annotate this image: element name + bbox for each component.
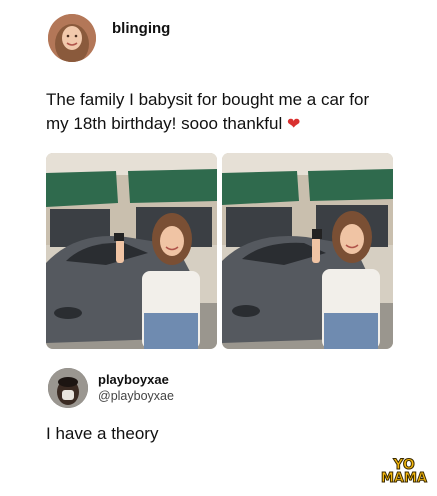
photo-right[interactable] [222, 153, 393, 349]
heart-icon: ❤ [286, 116, 301, 133]
reply-user-info: playboyxae @playboyxae [98, 372, 174, 404]
yo-mama-logo: YO MAMA [380, 456, 428, 488]
photo-left[interactable] [46, 153, 217, 349]
reply-text: I have a theory [46, 424, 159, 443]
avatar[interactable] [48, 14, 96, 62]
photo-gallery [46, 153, 393, 349]
username[interactable]: blinging [112, 20, 170, 37]
user-handle[interactable]: @playboyxae [98, 388, 174, 404]
avatar[interactable] [48, 368, 88, 408]
username[interactable]: playboyxae [98, 372, 174, 388]
logo-line-2: MAMA [381, 471, 428, 486]
reply-header: playboyxae @playboyxae [48, 368, 174, 408]
post-text: The family I babysit for bought me a car… [46, 88, 386, 137]
post-body: The family I babysit for bought me a car… [46, 90, 370, 133]
post-header: blinging [48, 14, 170, 62]
